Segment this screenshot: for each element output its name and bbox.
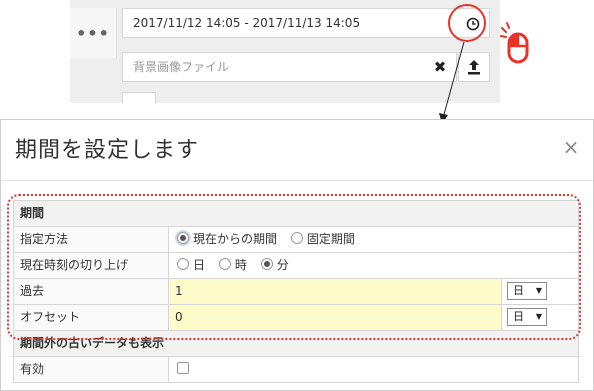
more-icon: ••• [76,23,110,43]
background-image-placeholder: 背景画像ファイル [133,60,230,74]
arrow-indicator [439,41,465,124]
enabled-value-cell [169,357,578,382]
period-field[interactable]: 2017/11/12 14:05 - 2017/11/13 14:05 [122,8,490,38]
highlight-circle [448,4,486,42]
dialog-header: 期間を設定します × [1,120,593,181]
enabled-row: 有効 [13,357,579,383]
more-button[interactable]: ••• [70,8,117,58]
enabled-label: 有効 [14,357,169,382]
enabled-checkbox[interactable] [177,362,189,374]
dialog-title: 期間を設定します [15,138,200,163]
close-icon[interactable]: × [561,135,581,159]
period-value: 2017/11/12 14:05 - 2017/11/13 14:05 [133,16,361,30]
snippet-partial-field [122,92,156,104]
period-dialog: 期間を設定します × 期間 指定方法 現在からの期間 固定期間 現在時刻の切り上… [0,119,594,391]
background-image-field[interactable]: 背景画像ファイル [122,52,457,82]
highlight-frame [7,194,581,340]
mouse-icon [500,22,529,64]
